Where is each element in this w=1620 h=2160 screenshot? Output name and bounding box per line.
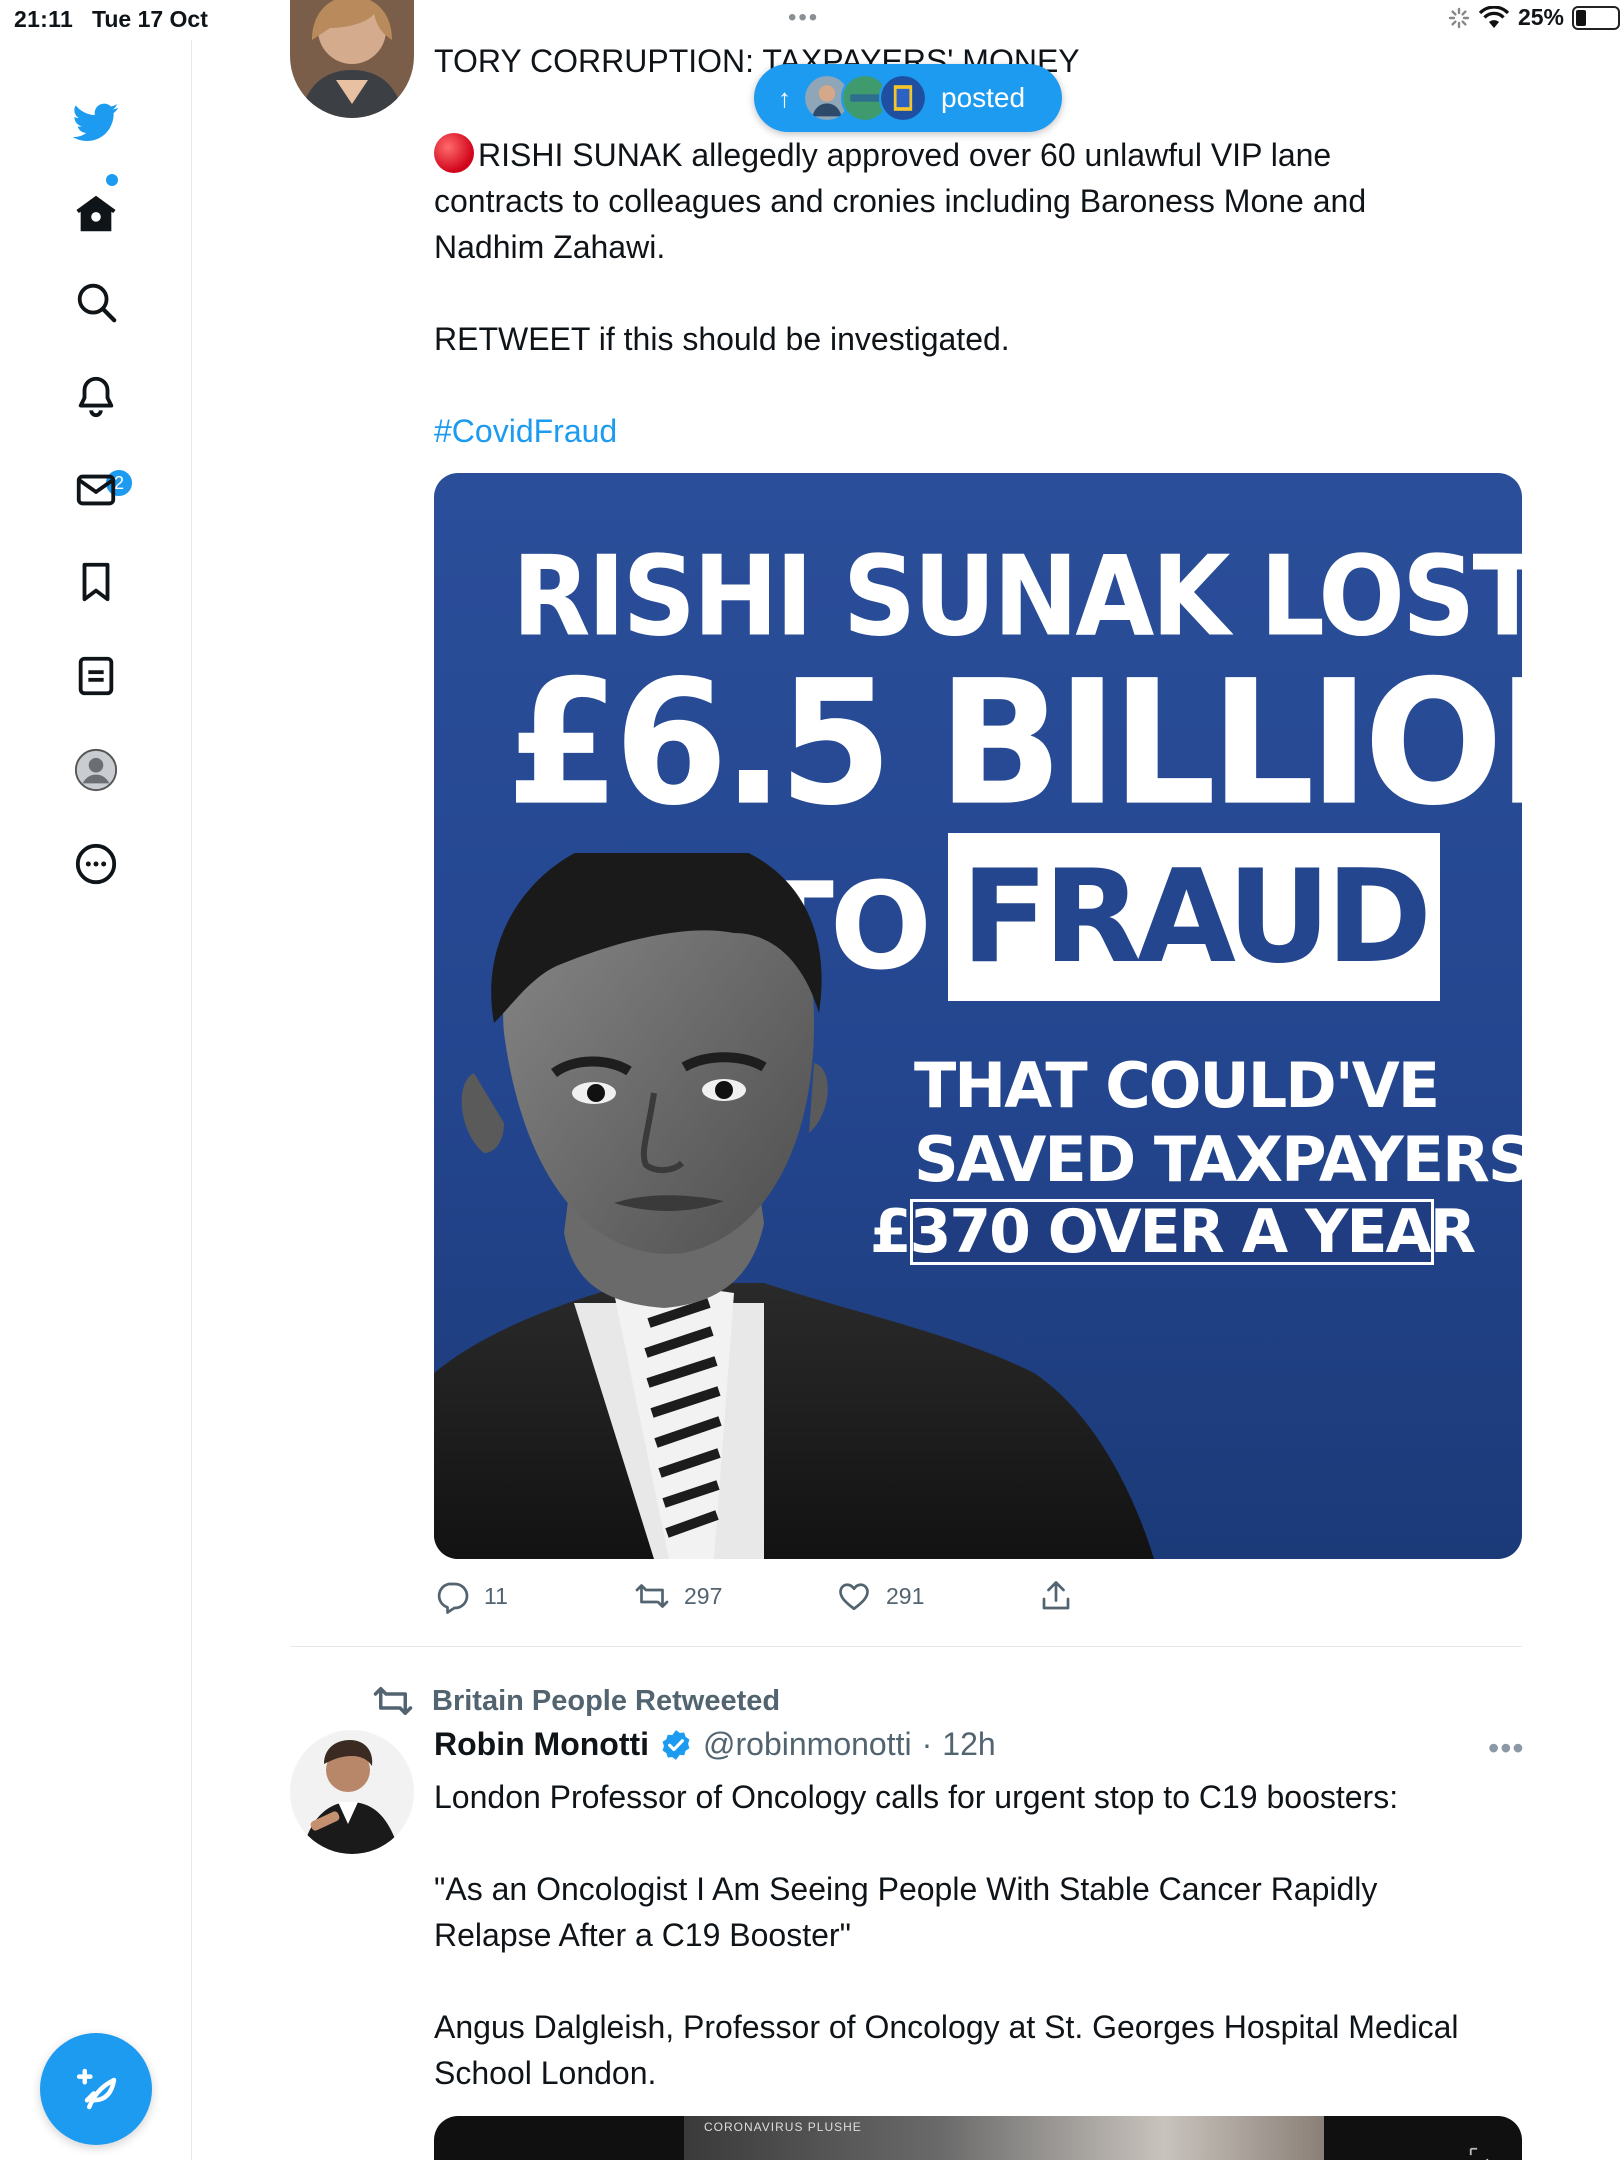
home-new-dot bbox=[106, 174, 118, 186]
status-date: Tue 17 Oct bbox=[92, 6, 208, 32]
share-icon bbox=[1042, 1581, 1070, 1610]
status-time: 21:11 bbox=[14, 6, 74, 32]
separator-dot: · bbox=[921, 1726, 933, 1762]
like-count: 291 bbox=[886, 1582, 925, 1609]
tweet-divider bbox=[290, 1646, 1522, 1647]
image-headline-2: £6.5 BILLION bbox=[506, 643, 1522, 844]
tweet2-text-3: Angus Dalgleish, Professor of Oncology a… bbox=[434, 2009, 1459, 2091]
tweet1-cta: RETWEET if this should be investigated. bbox=[434, 321, 1010, 357]
profile-avatar-icon[interactable] bbox=[64, 738, 128, 802]
video-caption: CORONAVIRUS PLUSHE bbox=[704, 2120, 862, 2134]
portrait-photo bbox=[434, 853, 1154, 1559]
retweet-icon bbox=[635, 1584, 669, 1608]
tweet2-text-2: "As an Oncologist I Am Seeing People Wit… bbox=[434, 1871, 1378, 1953]
twitter-bird-icon[interactable] bbox=[64, 90, 128, 154]
tweet-more-icon[interactable]: ••• bbox=[1488, 1730, 1525, 1767]
tweet2-avatar[interactable] bbox=[290, 1730, 414, 1854]
retweet-button[interactable]: 297 bbox=[634, 1578, 722, 1614]
tweet1-hashtag[interactable]: #CovidFraud bbox=[434, 408, 834, 454]
bell-icon[interactable] bbox=[64, 364, 128, 428]
red-circle-emoji-icon bbox=[434, 133, 474, 173]
author-handle[interactable]: @robinmonotti bbox=[703, 1726, 912, 1763]
mail-icon[interactable] bbox=[64, 458, 128, 522]
poster-avatar-3 bbox=[879, 74, 927, 122]
tweet2-author-line: Robin Monotti @robinmonotti · 12h bbox=[434, 1726, 996, 1763]
reply-icon bbox=[437, 1582, 469, 1614]
share-button[interactable] bbox=[1038, 1578, 1074, 1614]
list-icon[interactable] bbox=[64, 644, 128, 708]
retweeted-by[interactable]: Britain People Retweeted bbox=[372, 1680, 780, 1722]
reply-button[interactable]: 11 bbox=[434, 1578, 508, 1614]
tweet1-body-text: RISHI SUNAK allegedly approved over 60 u… bbox=[434, 137, 1367, 265]
bookmark-icon[interactable] bbox=[64, 550, 128, 614]
search-icon[interactable] bbox=[64, 270, 128, 334]
more-circle-icon[interactable] bbox=[64, 832, 128, 896]
retweeted-by-label: Britain People Retweeted bbox=[432, 1684, 781, 1717]
expand-icon[interactable] bbox=[1468, 2146, 1490, 2160]
arrow-up-icon: ↑ bbox=[778, 82, 791, 113]
home-icon[interactable] bbox=[64, 182, 128, 246]
posted-label: posted bbox=[941, 82, 1026, 113]
retweet-count: 297 bbox=[684, 1582, 723, 1609]
sidebar-nav: 2 bbox=[0, 40, 192, 2160]
like-button[interactable]: 291 bbox=[836, 1578, 924, 1614]
heart-icon bbox=[839, 1583, 869, 1611]
author-name[interactable]: Robin Monotti bbox=[434, 1726, 649, 1763]
reply-count: 11 bbox=[484, 1582, 508, 1609]
tweet2-video[interactable]: CORONAVIRUS PLUSHE bbox=[434, 2116, 1522, 2160]
tweet1-body: RISHI SUNAK allegedly approved over 60 u… bbox=[434, 132, 1444, 270]
tweet-time[interactable]: 12h bbox=[942, 1726, 995, 1763]
tweet1-actions: 11 297 291 bbox=[434, 1578, 1434, 1624]
retweet-icon bbox=[373, 1687, 413, 1715]
new-posts-pill[interactable]: ↑ posted bbox=[754, 64, 1062, 132]
compose-tweet-icon[interactable] bbox=[40, 2033, 152, 2145]
verified-badge-icon bbox=[662, 1729, 690, 1760]
tweet2-text-1: London Professor of Oncology calls for u… bbox=[434, 1779, 1399, 1815]
tweet1-image[interactable]: RISHI SUNAK LOST £6.5 BILLION TO FRAUD T… bbox=[434, 473, 1522, 1559]
